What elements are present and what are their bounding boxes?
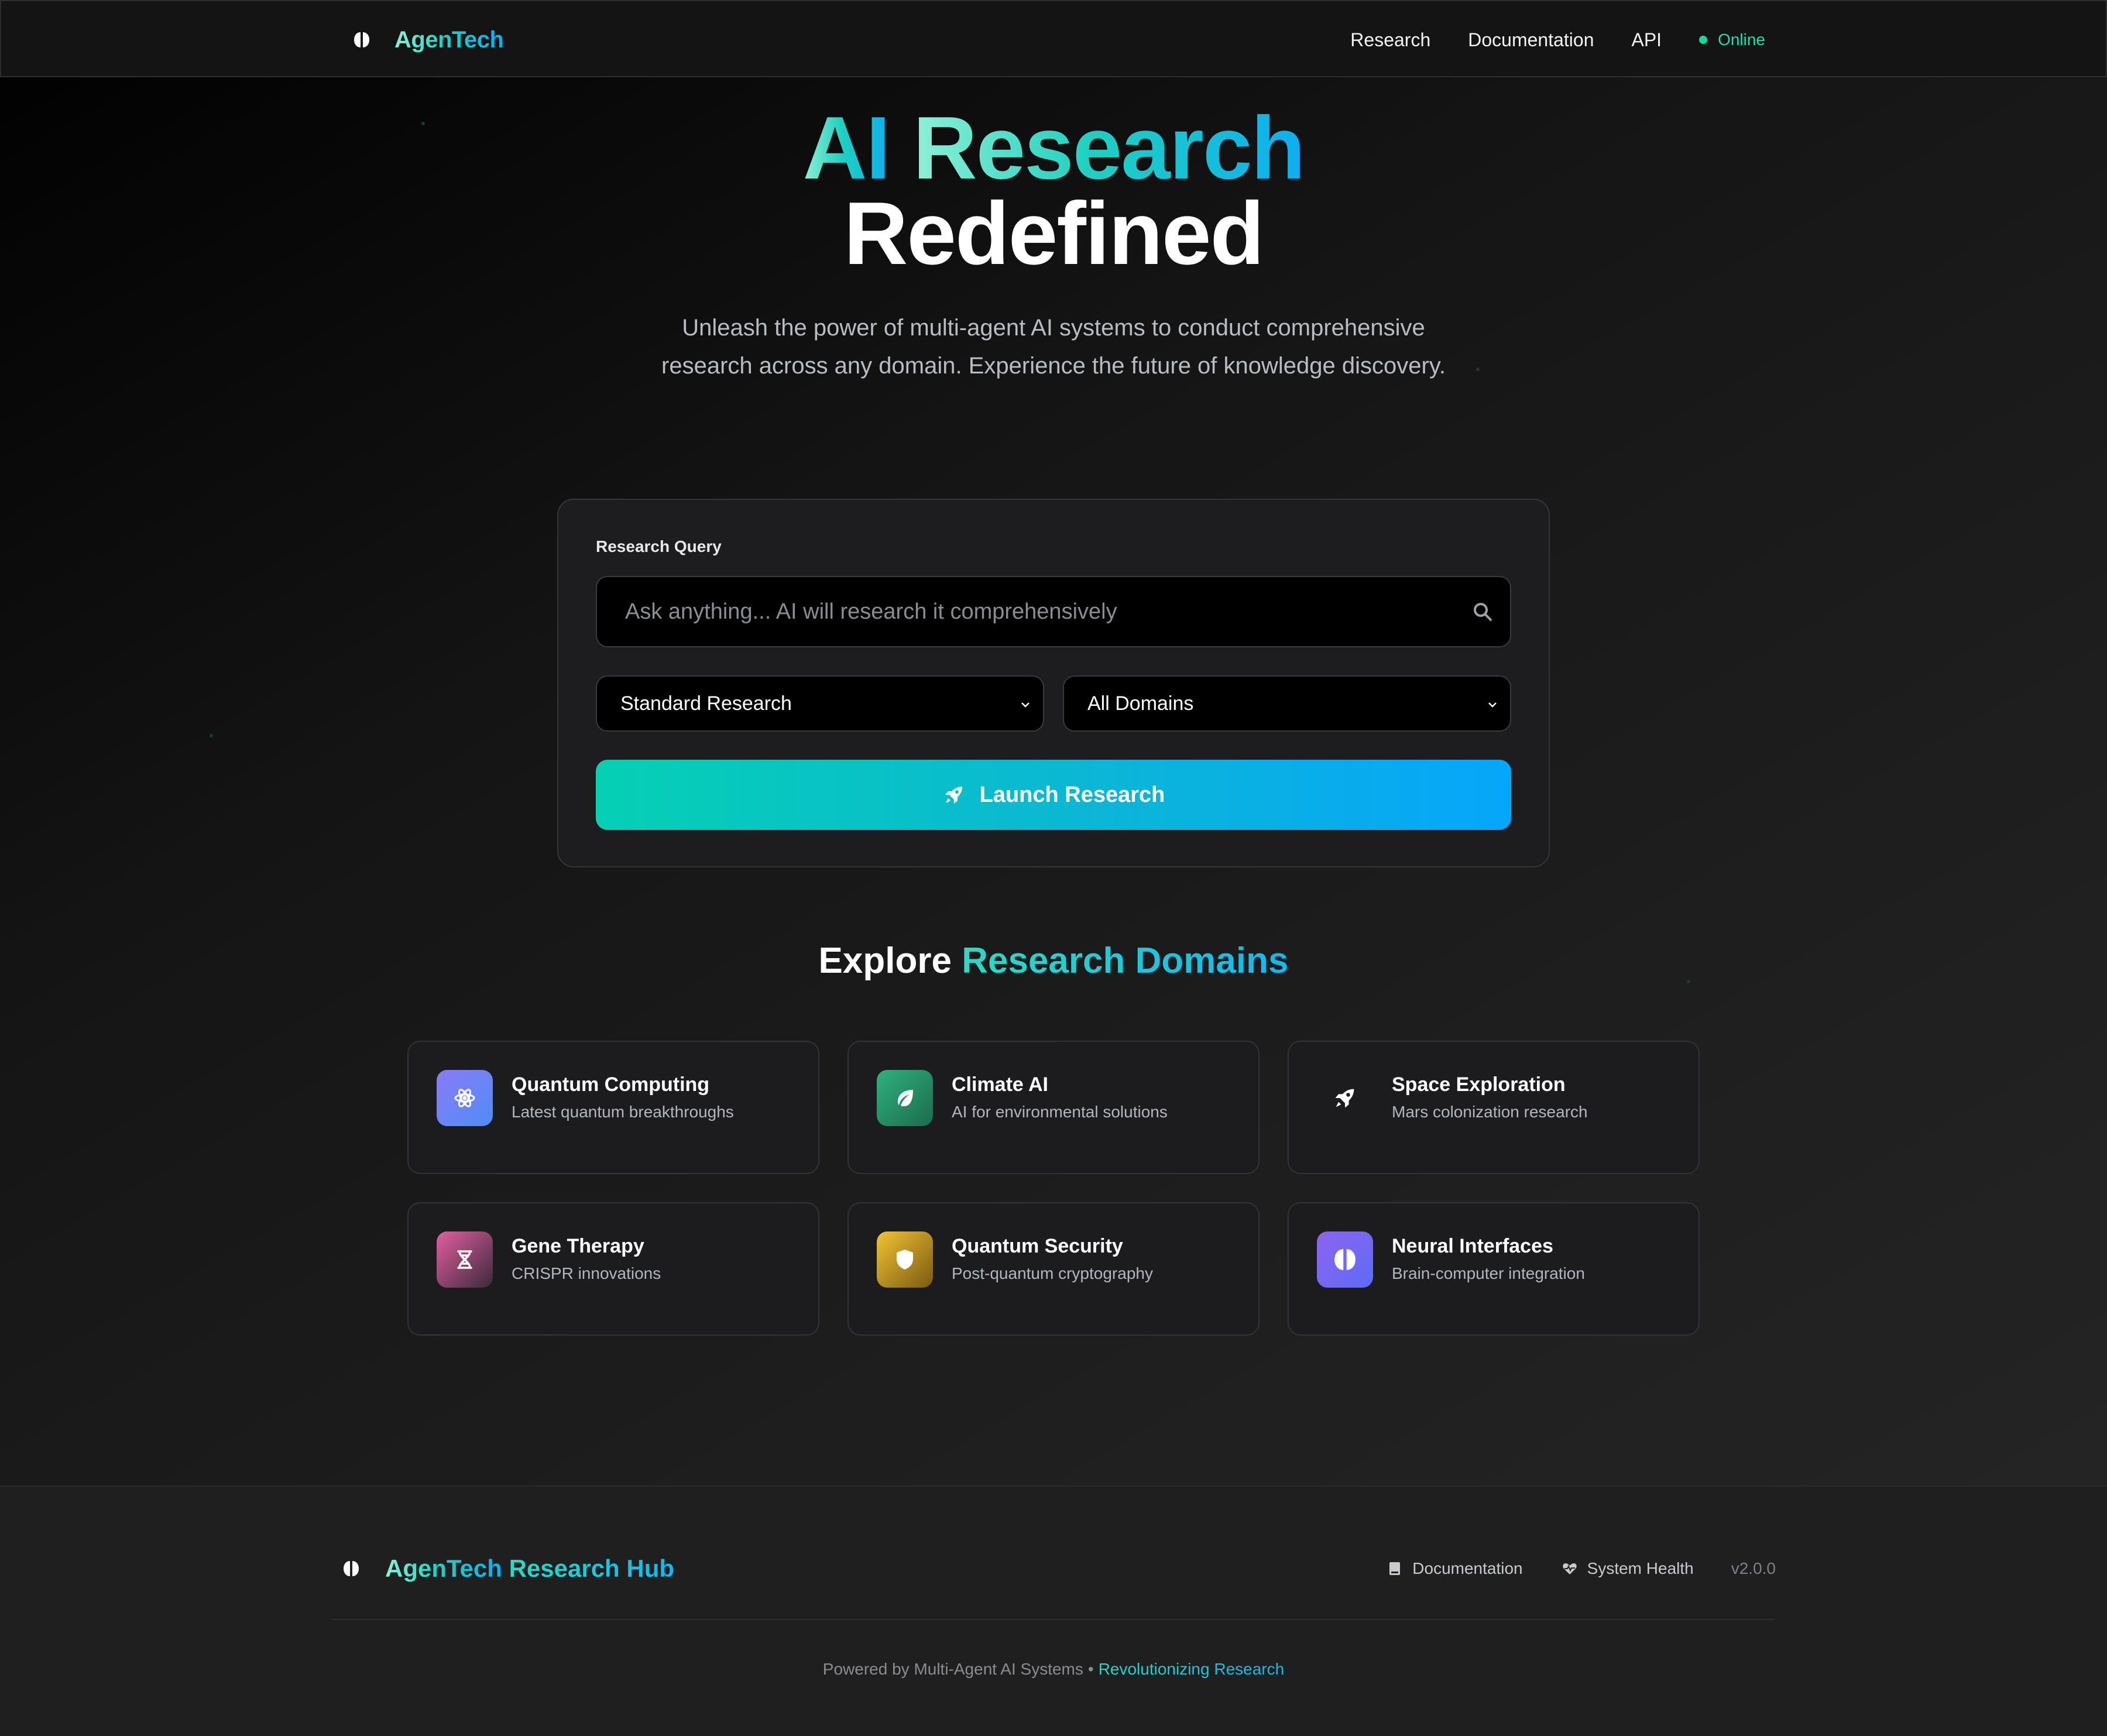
domain-card-desc: CRISPR innovations (512, 1264, 661, 1282)
top-navbar: AgenTech Research Documentation API Onli… (0, 0, 2107, 77)
search-icon[interactable] (1471, 601, 1494, 623)
rocket-icon (1317, 1070, 1373, 1126)
hero-title-research: Research (912, 98, 1305, 198)
status-dot (1699, 36, 1708, 44)
nav-link-api[interactable]: API (1631, 29, 1662, 51)
launch-research-button[interactable]: Launch Research (596, 760, 1511, 830)
brain-icon (352, 30, 371, 49)
background-speck (210, 734, 213, 737)
domains-heading-highlight: Research Domains (962, 941, 1289, 981)
brand-logo[interactable]: AgenTech (352, 25, 504, 55)
nav-link-documentation[interactable]: Documentation (1468, 29, 1594, 51)
footer-link-documentation[interactable]: Documentation (1387, 1559, 1523, 1578)
domain-card-desc: Latest quantum breakthroughs (512, 1103, 734, 1121)
version-label: v2.0.0 (1731, 1559, 1776, 1577)
footer-brand[interactable]: AgenTech Research Hub (342, 1551, 674, 1586)
domain-card-gene-therapy[interactable]: Gene Therapy CRISPR innovations (407, 1202, 819, 1336)
footer-link-system-health-label: System Health (1587, 1559, 1694, 1577)
domain-card-title: Quantum Computing (512, 1073, 710, 1096)
hero-title-redefined: Redefined (843, 184, 1265, 283)
domain-card-climate-ai[interactable]: Climate AI AI for environmental solution… (847, 1041, 1260, 1174)
domain-card-space-exploration[interactable]: Space Exploration Mars colonization rese… (1288, 1041, 1700, 1174)
domains-heading-explore: Explore (818, 941, 952, 981)
footer-brand-highlight: Research Hub (509, 1555, 675, 1582)
domain-card-desc: Post-quantum cryptography (952, 1264, 1153, 1282)
domain-card-desc: AI for environmental solutions (952, 1103, 1168, 1121)
domain-value: All Domains (1087, 692, 1194, 715)
status-indicator: Online (1699, 30, 1765, 49)
shield-icon (877, 1231, 933, 1288)
research-mode-select[interactable]: Standard Research (596, 675, 1044, 732)
domain-card-title: Space Exploration (1392, 1073, 1566, 1096)
domain-card-title: Quantum Security (952, 1235, 1123, 1257)
status-text: Online (1718, 30, 1765, 49)
nav-link-research[interactable]: Research (1350, 29, 1430, 51)
domain-select[interactable]: All Domains (1063, 675, 1511, 732)
domain-card-title: Climate AI (952, 1073, 1049, 1096)
domain-card-neural-interfaces[interactable]: Neural Interfaces Brain-computer integra… (1288, 1202, 1700, 1336)
brain-icon (1317, 1231, 1373, 1288)
chevron-down-icon (1020, 699, 1031, 711)
footer-link-documentation-label: Documentation (1412, 1559, 1523, 1577)
dna-icon (437, 1231, 493, 1288)
leaf-icon (877, 1070, 933, 1126)
footer-divider (332, 1619, 1775, 1620)
hero-title: AI Research Redefined (0, 104, 2107, 283)
background-speck (1476, 368, 1480, 371)
research-mode-value: Standard Research (620, 692, 792, 715)
domain-card-desc: Mars colonization research (1392, 1103, 1588, 1121)
atom-icon (437, 1070, 493, 1126)
hero-title-ai: AI (802, 98, 891, 198)
chevron-down-icon (1487, 699, 1498, 711)
footer-credits: Powered by Multi-Agent AI Systems • Revolu… (0, 1660, 2107, 1679)
research-query-input[interactable] (625, 577, 1444, 646)
research-query-card: Research Query Standard Research All Dom… (557, 499, 1550, 867)
search-box (596, 576, 1511, 647)
footer-tagline: Revolutionizing Research (1098, 1660, 1285, 1678)
domains-heading: Explore Research Domains (0, 940, 2107, 982)
research-query-label: Research Query (596, 537, 722, 555)
rocket-icon (942, 783, 966, 807)
footer-separator: • (1087, 1660, 1094, 1678)
domain-card-title: Gene Therapy (512, 1235, 644, 1257)
hero-subtitle: Unleash the power of multi-agent AI syst… (661, 315, 1446, 379)
brand-name: AgenTech (394, 26, 504, 53)
powered-by-text: Powered by Multi-Agent AI Systems (822, 1660, 1083, 1678)
footer: AgenTech Research Hub Documentation Syst… (0, 1485, 2107, 1736)
domain-card-quantum-security[interactable]: Quantum Security Post-quantum cryptograp… (847, 1202, 1260, 1336)
domain-card-desc: Brain-computer integration (1392, 1264, 1585, 1282)
heart-pulse-icon (1562, 1560, 1578, 1577)
book-icon (1387, 1560, 1403, 1577)
launch-research-label: Launch Research (979, 782, 1165, 807)
footer-link-system-health[interactable]: System Health (1562, 1559, 1694, 1578)
domain-card-quantum-computing[interactable]: Quantum Computing Latest quantum breakth… (407, 1041, 819, 1174)
domain-card-title: Neural Interfaces (1392, 1235, 1553, 1257)
brain-icon (342, 1559, 361, 1578)
footer-brand-name: AgenTech (385, 1555, 502, 1582)
